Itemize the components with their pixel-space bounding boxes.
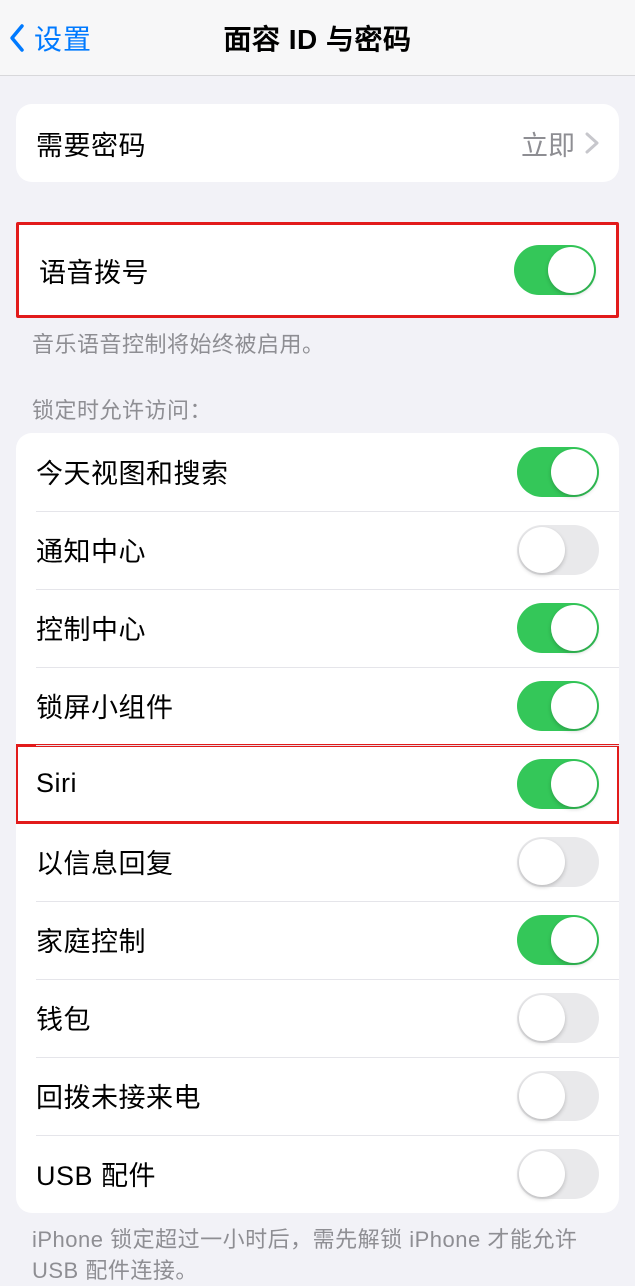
lock-access-group: 今天视图和搜索通知中心控制中心锁屏小组件 Siri 以信息回复家庭控制钱包回拨未接来… — [16, 433, 619, 1213]
lock-access-item-label: USB 配件 — [36, 1154, 517, 1193]
voice-dial-footer: 音乐语音控制将始终被启用。 — [32, 330, 603, 361]
settings-content: 需要密码 立即 语音拨号 音乐语音控制将始终被启用。 锁定时允许访问： 今天视图… — [0, 104, 635, 1286]
chevron-right-icon — [585, 132, 599, 154]
back-label: 设置 — [34, 18, 92, 58]
lock-access-row: 今天视图和搜索 — [16, 433, 619, 511]
lock-access-row: 以信息回复 — [16, 823, 619, 901]
lock-access-row: 钱包 — [16, 979, 619, 1057]
lock-access-item-label: 通知中心 — [36, 530, 517, 569]
lock-access-toggle[interactable] — [517, 759, 599, 809]
lock-access-toggle[interactable] — [517, 993, 599, 1043]
lock-access-item-label: 回拨未接来电 — [36, 1076, 517, 1115]
lock-access-item-label: 家庭控制 — [36, 920, 517, 959]
lock-access-item-label: 控制中心 — [36, 608, 517, 647]
lock-access-toggle[interactable] — [517, 1071, 599, 1121]
voice-dial-group: 语音拨号 — [16, 222, 619, 318]
lock-access-toggle[interactable] — [517, 681, 599, 731]
require-passcode-row[interactable]: 需要密码 立即 — [16, 104, 619, 182]
voice-dial-row: 语音拨号 — [19, 225, 616, 315]
passcode-require-group: 需要密码 立即 — [16, 104, 619, 182]
lock-access-toggle[interactable] — [517, 837, 599, 887]
lock-access-row: 回拨未接来电 — [16, 1057, 619, 1135]
lock-access-toggle[interactable] — [517, 525, 599, 575]
lock-access-item-label: 锁屏小组件 — [36, 686, 517, 725]
lock-access-row: 锁屏小组件 — [16, 667, 619, 745]
lock-access-toggle[interactable] — [517, 447, 599, 497]
lock-access-item-label: 钱包 — [36, 998, 517, 1037]
voice-dial-toggle[interactable] — [514, 245, 596, 295]
lock-access-row: 家庭控制 — [16, 901, 619, 979]
lock-access-item-label: 今天视图和搜索 — [36, 452, 517, 491]
lock-access-row: 通知中心 — [16, 511, 619, 589]
require-passcode-label: 需要密码 — [36, 124, 521, 163]
lock-access-toggle[interactable] — [517, 915, 599, 965]
back-button[interactable]: 设置 — [0, 18, 92, 58]
chevron-left-icon — [8, 22, 28, 54]
lock-access-toggle[interactable] — [517, 1149, 599, 1199]
lock-access-item-label: 以信息回复 — [36, 842, 517, 881]
lock-access-row: USB 配件 — [16, 1135, 619, 1213]
page-title: 面容 ID 与密码 — [0, 18, 635, 58]
voice-dial-label: 语音拨号 — [39, 251, 514, 290]
lock-access-row: 控制中心 — [16, 589, 619, 667]
lock-access-item-label: Siri — [36, 768, 517, 799]
require-passcode-value: 立即 — [521, 124, 575, 163]
lock-access-toggle[interactable] — [517, 603, 599, 653]
lock-access-footer: iPhone 锁定超过一小时后，需先解锁 iPhone 才能允许USB 配件连接… — [32, 1225, 603, 1286]
lock-access-header: 锁定时允许访问： — [32, 393, 603, 425]
lock-access-row: Siri — [16, 745, 619, 823]
navigation-bar: 设置 面容 ID 与密码 — [0, 0, 635, 76]
